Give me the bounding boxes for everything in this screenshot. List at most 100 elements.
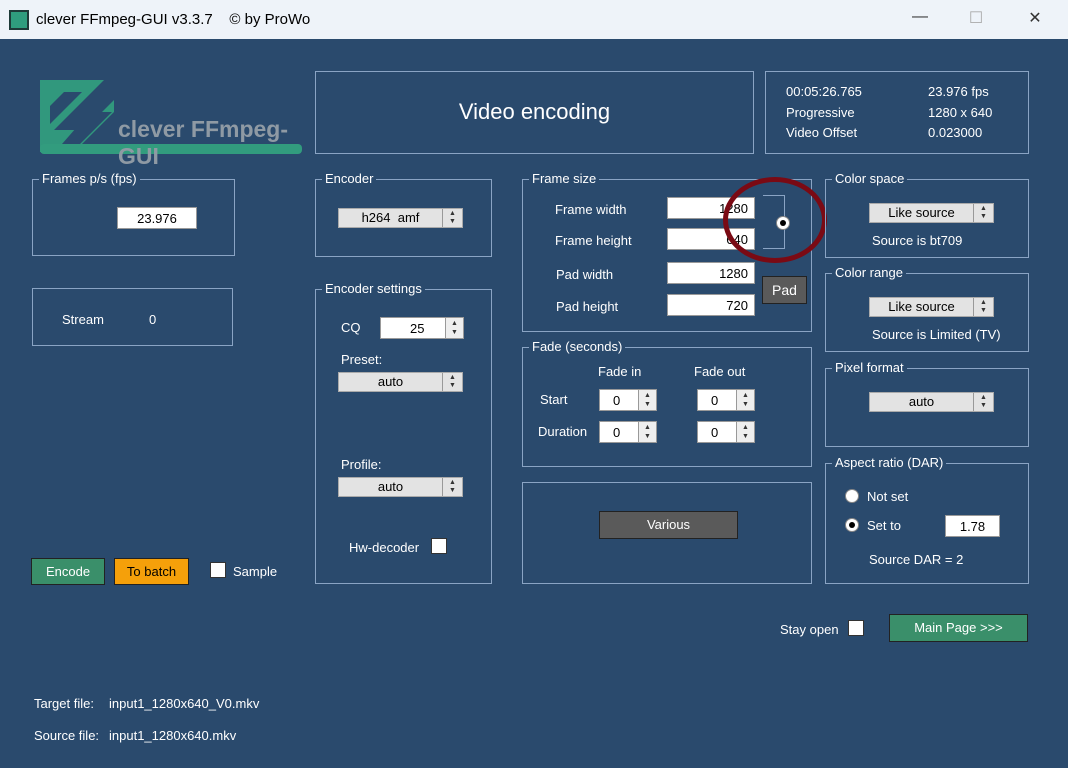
not-set-label: Not set: [867, 489, 909, 504]
spinner-arrows-icon[interactable]: ▲ ▼: [973, 393, 993, 411]
frame-width-label: Frame width: [555, 202, 627, 217]
target-file-label: Target file:: [34, 696, 94, 711]
various-button[interactable]: Various: [599, 511, 738, 539]
fade-out-duration-value: 0: [711, 425, 719, 440]
pixel-format-value: auto: [908, 394, 935, 409]
app-icon: [9, 10, 29, 30]
fade-in-duration-value: 0: [613, 425, 621, 440]
minimize-button[interactable]: —: [900, 8, 940, 26]
set-to-radio[interactable]: [845, 518, 859, 532]
duration: 00:05:26.765: [786, 84, 862, 99]
encoder-label: Encoder: [322, 171, 377, 186]
encoder-group: Encoder h264 amf ▲ ▼: [315, 171, 492, 257]
hw-decoder-label: Hw-decoder: [349, 540, 420, 555]
pad-width-label: Pad width: [556, 267, 614, 282]
resolution: 1280 x 640: [928, 105, 993, 120]
spinner-arrows-icon[interactable]: ▲ ▼: [736, 390, 754, 410]
stream-panel: Stream 0: [32, 288, 233, 346]
aspect-ratio-input[interactable]: 1.78: [945, 515, 1000, 537]
encoder-settings-group: Encoder settings CQ 25 ▲ ▼ Preset: auto ▲ ▼ …: [315, 281, 492, 584]
color-range-value: Like source: [888, 299, 955, 314]
color-space-group: Color space Like source ▲ ▼ Source is bt70…: [825, 171, 1029, 258]
fade-in-label: Fade in: [598, 364, 642, 379]
target-file: input1_1280x640_V0.mkv: [109, 696, 260, 711]
fade-in-duration-spinner[interactable]: 0 ▲ ▼: [599, 421, 657, 443]
set-to-label: Set to: [867, 518, 901, 533]
logo-text: clever FFmpeg-GUI: [118, 116, 288, 169]
fps-group-label: Frames p/s (fps): [39, 171, 140, 186]
header-panel: Video encoding: [315, 71, 754, 154]
cq-spinner[interactable]: 25 ▲ ▼: [380, 317, 464, 339]
encode-button[interactable]: Encode: [31, 558, 105, 585]
stream-label: Stream: [62, 312, 104, 327]
fade-in-start-spinner[interactable]: 0 ▲ ▼: [599, 389, 657, 411]
maximize-button[interactable]: ☐: [956, 8, 996, 28]
fade-in-start-value: 0: [613, 393, 621, 408]
color-space-value: Like source: [888, 205, 955, 220]
spinner-arrows-icon[interactable]: ▲ ▼: [442, 478, 462, 496]
color-space-note: Source is bt709: [872, 233, 963, 248]
preset-value: auto: [377, 374, 404, 389]
profile-label: Profile:: [341, 457, 382, 472]
pad-height-label: Pad height: [556, 299, 619, 314]
profile-select[interactable]: auto ▲ ▼: [338, 477, 463, 497]
cq-value: 25: [410, 321, 425, 336]
source-file: input1_1280x640.mkv: [109, 728, 237, 743]
fade-out-duration-spinner[interactable]: 0 ▲ ▼: [697, 421, 755, 443]
preset-select[interactable]: auto ▲ ▼: [338, 372, 463, 392]
preset-label: Preset:: [341, 352, 383, 367]
source-file-label: Source file:: [34, 728, 100, 743]
not-set-radio[interactable]: [845, 489, 859, 503]
spinner-arrows-icon[interactable]: ▲ ▼: [442, 209, 462, 227]
sample-label: Sample: [233, 564, 278, 579]
fade-out-start-value: 0: [711, 393, 719, 408]
main-page-button[interactable]: Main Page >>>: [889, 614, 1028, 642]
logo: clever FFmpeg-GUI: [34, 72, 304, 169]
annotation-circle: [723, 177, 827, 263]
spinner-arrows-icon[interactable]: ▲ ▼: [638, 422, 656, 442]
various-panel: Various: [522, 482, 812, 584]
spinner-arrows-icon[interactable]: ▲ ▼: [736, 422, 754, 442]
color-range-note: Source is Limited (TV): [872, 327, 1001, 342]
pixel-format-label: Pixel format: [832, 360, 907, 375]
color-range-group: Color range Like source ▲ ▼ Source is Limi…: [825, 265, 1029, 352]
window-title: clever FFmpeg-GUI v3.3.7 © by ProWo: [36, 11, 311, 28]
hw-decoder-checkbox[interactable]: [431, 538, 447, 554]
fade-out-label: Fade out: [694, 364, 746, 379]
fps-info: 23.976 fps: [928, 84, 989, 99]
frame-size-label: Frame size: [529, 171, 600, 186]
scan-type: Progressive: [786, 105, 855, 120]
pad-height-input[interactable]: 720: [667, 294, 755, 316]
pixel-format-select[interactable]: auto ▲ ▼: [869, 392, 994, 412]
stay-open-checkbox[interactable]: [848, 620, 864, 636]
color-range-select[interactable]: Like source ▲ ▼: [869, 297, 994, 317]
source-dar-note: Source DAR = 2: [869, 552, 964, 567]
encoder-select[interactable]: h264 amf ▲ ▼: [338, 208, 463, 228]
close-button[interactable]: ✕: [1015, 8, 1055, 28]
stay-open-label: Stay open: [780, 622, 839, 637]
spinner-arrows-icon[interactable]: ▲ ▼: [445, 318, 463, 338]
encoder-settings-label: Encoder settings: [322, 281, 425, 296]
to-batch-button[interactable]: To batch: [114, 558, 189, 585]
spinner-arrows-icon[interactable]: ▲ ▼: [973, 298, 993, 316]
media-info-panel: 00:05:26.765 23.976 fps Progressive 1280…: [765, 71, 1029, 154]
color-space-label: Color space: [832, 171, 908, 186]
fade-label: Fade (seconds): [529, 339, 626, 354]
frame-height-label: Frame height: [555, 233, 632, 248]
color-space-select[interactable]: Like source ▲ ▼: [869, 203, 994, 223]
aspect-ratio-group: Aspect ratio (DAR) Not set Set to 1.78 S…: [825, 455, 1029, 584]
spinner-arrows-icon[interactable]: ▲ ▼: [973, 204, 993, 222]
spinner-arrows-icon[interactable]: ▲ ▼: [638, 390, 656, 410]
offset-label: Video Offset: [786, 125, 858, 140]
page-title: Video encoding: [458, 99, 611, 124]
pad-button[interactable]: Pad: [762, 276, 807, 304]
fade-out-start-spinner[interactable]: 0 ▲ ▼: [697, 389, 755, 411]
sample-checkbox[interactable]: [210, 562, 226, 578]
color-range-label: Color range: [832, 265, 906, 280]
title-bar: clever FFmpeg-GUI v3.3.7 © by ProWo — ☐ …: [0, 0, 1068, 39]
pad-width-input[interactable]: 1280: [667, 262, 755, 284]
start-label: Start: [540, 392, 568, 407]
cq-label: CQ: [341, 320, 361, 335]
spinner-arrows-icon[interactable]: ▲ ▼: [442, 373, 462, 391]
fps-input[interactable]: 23.976: [117, 207, 197, 229]
